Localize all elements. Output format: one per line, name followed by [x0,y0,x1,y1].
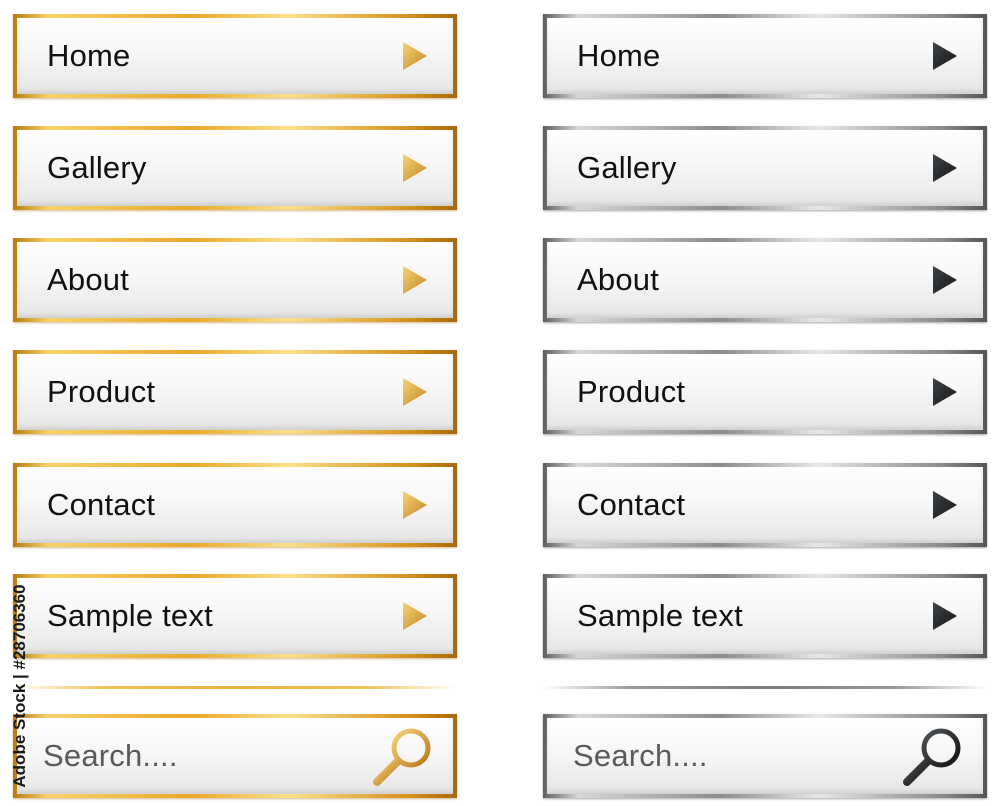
play-arrow-icon [401,264,429,296]
play-arrow-icon [931,152,959,184]
gold-search-placeholder: Search.... [43,738,178,773]
play-arrow-icon [931,600,959,632]
gold-home-label: Home [47,38,131,73]
stock-watermark-id: Adobe Stock | #28706360 [7,578,33,793]
play-arrow-icon [401,376,429,408]
gold-about-label: About [47,262,130,297]
gold-about-button[interactable]: About [13,238,457,322]
play-arrow-icon [931,376,959,408]
silver-about-label: About [577,262,660,297]
silver-product-label: Product [577,374,686,409]
gold-home-button[interactable]: Home [13,14,457,98]
silver-divider [543,686,987,689]
gold-gallery-label: Gallery [47,150,147,185]
silver-product-button[interactable]: Product [543,350,987,434]
play-arrow-icon [931,264,959,296]
silver-gallery-label: Gallery [577,150,677,185]
gold-contact-label: Contact [47,487,156,522]
gold-product-label: Product [47,374,156,409]
silver-gallery-button[interactable]: Gallery [543,126,987,210]
play-arrow-icon [401,489,429,521]
silver-search-box[interactable]: Search.... [543,714,987,798]
magnifier-icon[interactable] [897,724,965,788]
gold-sample-text-label: Sample text [47,598,213,633]
silver-search-placeholder: Search.... [573,738,708,773]
gold-contact-button[interactable]: Contact [13,463,457,547]
play-arrow-icon [401,152,429,184]
gold-divider [13,686,457,689]
silver-about-button[interactable]: About [543,238,987,322]
silver-contact-button[interactable]: Contact [543,463,987,547]
play-arrow-icon [931,489,959,521]
play-arrow-icon [401,40,429,72]
magnifier-icon[interactable] [367,724,435,788]
silver-sample-text-button[interactable]: Sample text [543,574,987,658]
gold-sample-text-button[interactable]: Sample text [13,574,457,658]
silver-home-label: Home [577,38,661,73]
gold-search-box[interactable]: Search.... [13,714,457,798]
play-arrow-icon [931,40,959,72]
silver-contact-label: Contact [577,487,686,522]
gold-gallery-button[interactable]: Gallery [13,126,457,210]
play-arrow-icon [401,600,429,632]
silver-sample-text-label: Sample text [577,598,743,633]
gold-product-button[interactable]: Product [13,350,457,434]
stock-id-text: Adobe Stock | #28706360 [10,583,29,788]
silver-home-button[interactable]: Home [543,14,987,98]
